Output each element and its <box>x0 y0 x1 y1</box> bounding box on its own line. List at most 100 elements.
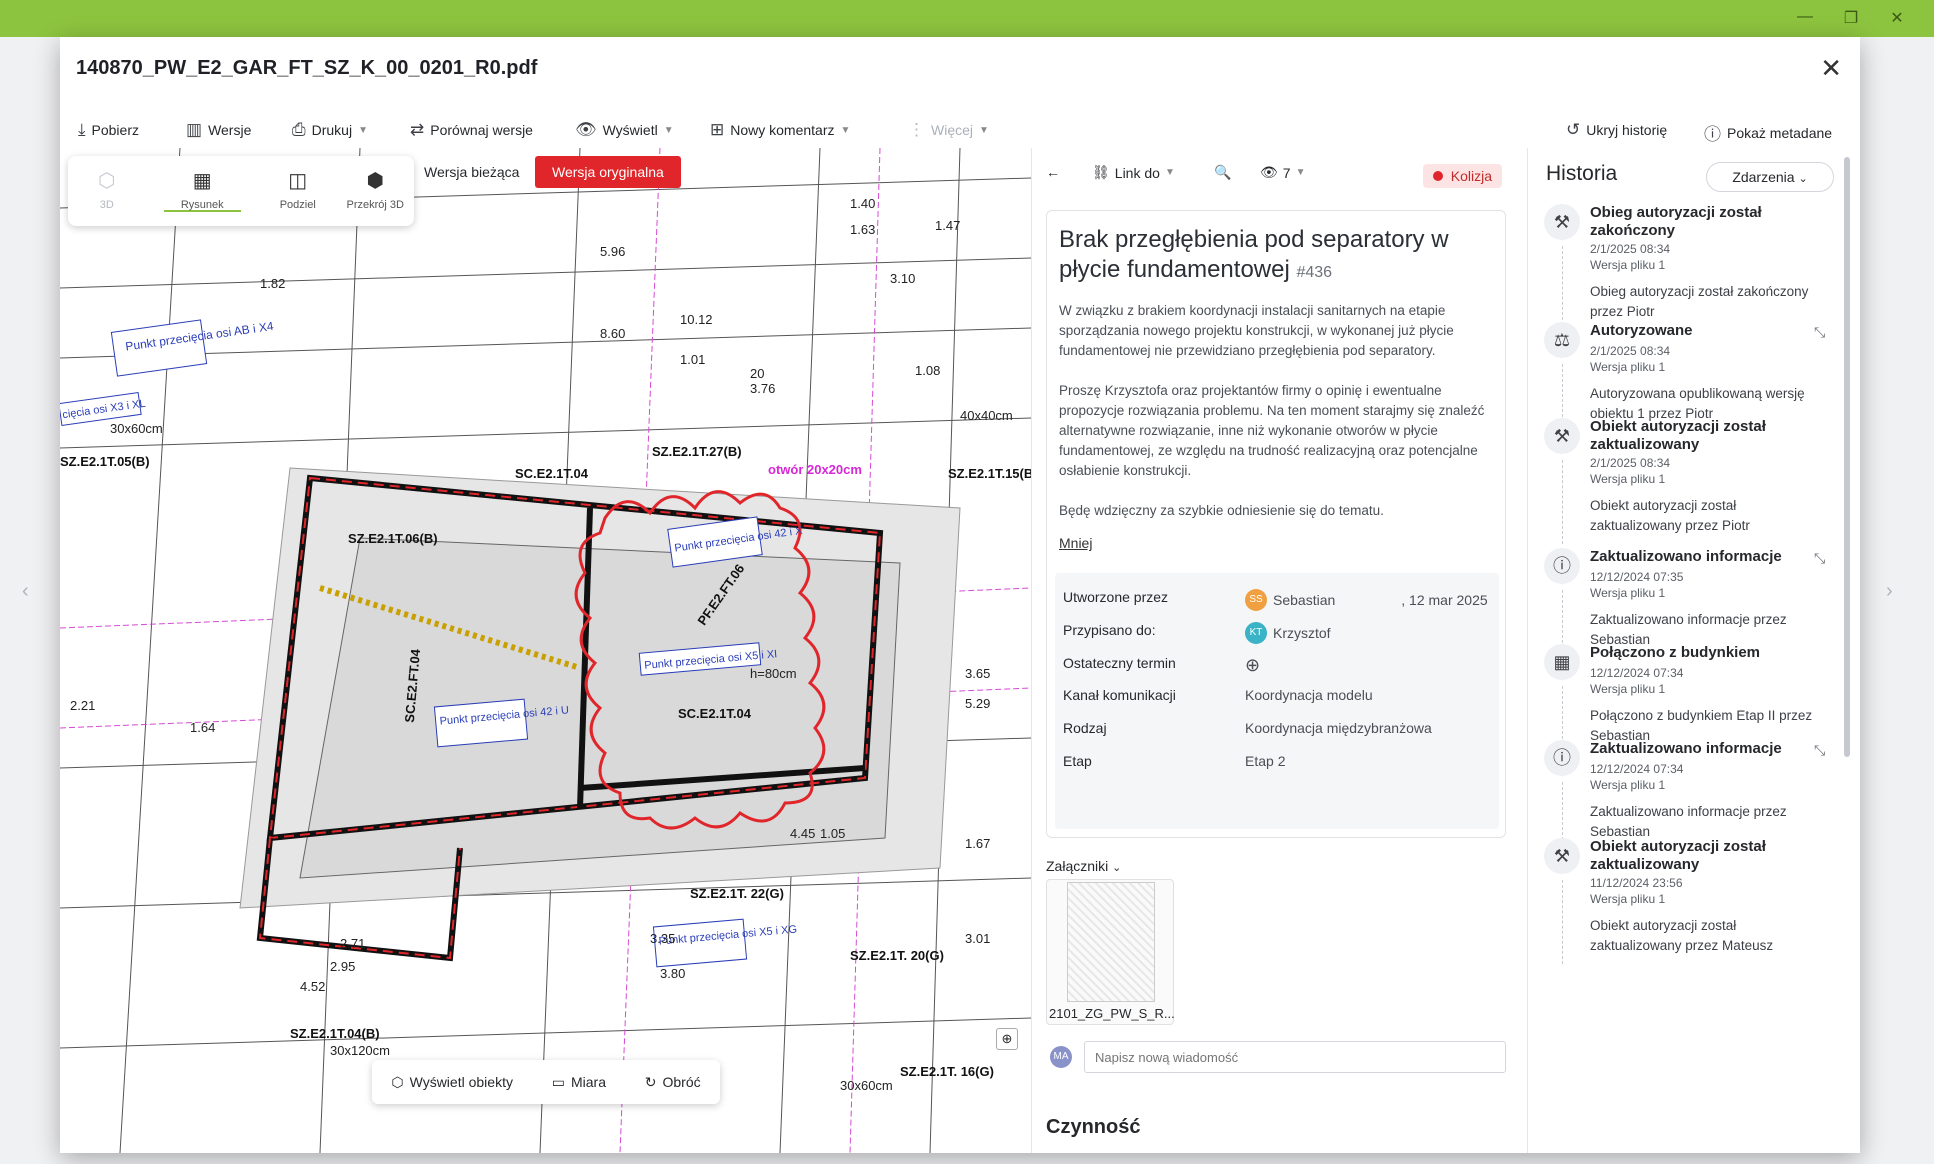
cube-icon: ⬡ <box>391 1073 404 1090</box>
download-label: Pobierz <box>91 122 139 138</box>
history-event: ⚖ Autoryzowane 2/1/2025 08:34 Wersja pliku … <box>1544 322 1844 432</box>
original-version-button[interactable]: Wersja oryginalna <box>535 156 681 188</box>
chevron-right-icon[interactable]: › <box>1886 580 1893 603</box>
dimension-label: 3.10 <box>890 271 915 286</box>
fit-view-icon[interactable]: ⊕ <box>996 1028 1018 1050</box>
collapse-icon[interactable]: ⤡ <box>1814 324 1825 341</box>
event-date: 2/1/2025 08:34 <box>1590 242 1671 256</box>
arrow-left-icon: ← <box>1046 164 1060 180</box>
versions-button[interactable]: ▥ Wersje <box>186 120 251 140</box>
dimension-label: 3.01 <box>965 931 990 946</box>
collapse-link[interactable]: Mniej <box>1059 535 1092 551</box>
view-mode-3[interactable]: ⬢ Przekrój 3D <box>337 156 415 226</box>
hammer-icon: ⚒ <box>1544 204 1580 240</box>
timeline-connector <box>1562 880 1563 964</box>
collapse-icon[interactable]: ⤡ <box>1814 550 1825 567</box>
toolbar: ⤓ Pobierz ▥ Wersje ⎙ Drukuj ▼ ⇄ Porównaj wers… <box>60 107 1860 153</box>
label-l12: SZ.E2.1T. 16(G) <box>900 1064 994 1079</box>
attachments-label: Załączniki <box>1046 858 1109 874</box>
meta-key: Utworzone przez <box>1063 589 1169 605</box>
meta-value[interactable]: Etap 2 <box>1245 753 1285 769</box>
hide-history-button[interactable]: ↺ Ukryj historię <box>1566 120 1667 140</box>
view-mode-2[interactable]: ◫ Podziel <box>259 156 337 226</box>
print-button[interactable]: ⎙ Drukuj ▼ <box>292 120 368 140</box>
eye-icon: 👁 <box>1260 164 1278 180</box>
timeline-connector <box>1562 246 1563 330</box>
events-filter-dropdown[interactable]: Zdarzenia ⌄ <box>1706 162 1834 192</box>
issue-description: W związku z brakiem koordynacji instalac… <box>1059 301 1489 541</box>
history-scrollbar[interactable] <box>1844 157 1850 757</box>
dimension-label: 2.95 <box>330 959 355 974</box>
show-metadata-label: Pokaż metadane <box>1727 124 1833 141</box>
issue-metadata: Utworzone przez SS Sebastian, 12 mar 2025 … <box>1055 573 1499 829</box>
attachments-toggle[interactable]: Załączniki ⌄ <box>1046 858 1121 874</box>
compare-versions-button[interactable]: ⇄ Porównaj wersje <box>410 120 533 140</box>
events-filter-label: Zdarzenia <box>1732 169 1795 185</box>
event-date: 12/12/2024 07:34 <box>1590 762 1684 776</box>
close-modal-button[interactable]: ✕ <box>1820 53 1842 84</box>
info-icon: ⓘ <box>1704 125 1721 144</box>
view-button[interactable]: 👁 Wyświetl ▼ <box>575 120 674 140</box>
event-text: Obiekt autoryzacji został zaktualizowany… <box>1590 498 1750 533</box>
event-version: Wersja pliku 1 <box>1590 472 1666 486</box>
chevron-left-icon[interactable]: ‹ <box>22 580 29 603</box>
dimension-label: 8.60 <box>600 326 625 341</box>
dimension-label: 30x60cm <box>840 1078 893 1093</box>
event-version: Wersja pliku 1 <box>1590 586 1666 600</box>
compare-icon: ⇄ <box>410 120 425 139</box>
view-mode-switch: ⬡ 3D ▦ Rysunek ◫ Podziel ⬢ Przekrój 3D <box>68 156 414 226</box>
section-icon: ⬢ <box>366 170 384 192</box>
view-mode-1[interactable]: ▦ Rysunek <box>163 156 241 212</box>
event-date: 11/12/2024 23:56 <box>1590 876 1683 890</box>
watchers-count: 7 <box>1282 164 1291 181</box>
history-title: Historia <box>1546 162 1618 185</box>
history-event: ▦ Połączono z budynkiem 12/12/2024 07:34 We… <box>1544 644 1844 754</box>
add-deadline-icon[interactable]: ⊕ <box>1245 655 1260 676</box>
status-badge[interactable]: Kolizja <box>1422 164 1502 188</box>
stage-row: Etap Etap 2 <box>1063 753 1493 773</box>
label-l11: SZ.E2.1T.04(B) <box>290 1026 380 1041</box>
technical-drawing[interactable]: Punkt przecięcia osi AB i X4 Punkt przec… <box>60 148 1031 1153</box>
view-mode-label: Podziel <box>279 199 316 211</box>
hammer-icon: ⚒ <box>1544 838 1580 874</box>
viewer-bottom-toolbar: ⬡ Wyświetl obiekty ▭ Miara ↻ Obróć <box>372 1060 720 1104</box>
back-button[interactable]: ← <box>1046 164 1060 180</box>
more-button[interactable]: ⋮ Więcej ▼ <box>908 120 989 140</box>
collapse-icon[interactable]: ⤡ <box>1814 742 1825 759</box>
meta-value[interactable]: KT Krzysztof <box>1245 622 1331 644</box>
dimension-label: 3.35 <box>650 931 675 946</box>
meta-value[interactable]: Koordynacja modelu <box>1245 687 1373 703</box>
label-l4: SZ.E2.1T.05(B) <box>60 454 150 469</box>
message-input[interactable] <box>1084 1041 1506 1073</box>
history-event: ⓘ Zaktualizowano informacje 12/12/2024 07:… <box>1544 740 1844 850</box>
eye-icon: 👁 <box>575 120 597 139</box>
dimension-label: 30x60cm <box>110 421 163 436</box>
minimize-icon[interactable]: — <box>1790 8 1820 26</box>
view-mode-label: Rysunek <box>180 199 224 211</box>
show-objects-button[interactable]: ⬡ Wyświetl obiekty <box>391 1074 513 1091</box>
event-text: Zaktualizowano informacje przez Sebastia… <box>1590 804 1787 839</box>
meta-value[interactable]: Koordynacja międzybranżowa <box>1245 720 1432 736</box>
restore-icon[interactable]: ❐ <box>1836 8 1866 28</box>
link-to-button[interactable]: ⛓ Link do ▼ <box>1092 164 1175 181</box>
avatar: KT <box>1245 622 1267 644</box>
show-metadata-button[interactable]: ⓘ Pokaż metadane <box>1704 120 1832 145</box>
new-comment-button[interactable]: ⊞ Nowy komentarz ▼ <box>710 120 850 140</box>
measure-button[interactable]: ▭ Miara <box>552 1074 606 1091</box>
drawing-viewer[interactable]: Punkt przecięcia osi AB i X4 Punkt przec… <box>60 148 1031 1153</box>
message-composer: MA <box>1046 1041 1506 1075</box>
watchers-button[interactable]: 👁 7 ▼ <box>1260 164 1305 181</box>
rotate-button[interactable]: ↻ Obróć <box>645 1074 701 1091</box>
download-button[interactable]: ⤓ Pobierz <box>78 120 139 140</box>
event-title: Zaktualizowano informacje <box>1590 548 1782 565</box>
current-version-button[interactable]: Wersja bieżąca <box>424 164 519 180</box>
close-icon[interactable]: ✕ <box>1882 8 1912 28</box>
document-modal: 140870_PW_E2_GAR_FT_SZ_K_00_0201_R0.pdf … <box>60 37 1860 1153</box>
comment-plus-icon: ⊞ <box>710 120 725 139</box>
created-by-row: Utworzone przez SS Sebastian , 12 mar 2025 <box>1063 589 1493 611</box>
event-date: 2/1/2025 08:34 <box>1590 456 1671 470</box>
assignee: Krzysztof <box>1273 625 1331 641</box>
label-l2: SC.E2.1T.04 <box>515 466 589 481</box>
zoom-to-button[interactable]: 🔍 <box>1214 164 1231 181</box>
attachment-thumbnail[interactable]: 2101_ZG_PW_S_R... <box>1046 879 1175 1025</box>
